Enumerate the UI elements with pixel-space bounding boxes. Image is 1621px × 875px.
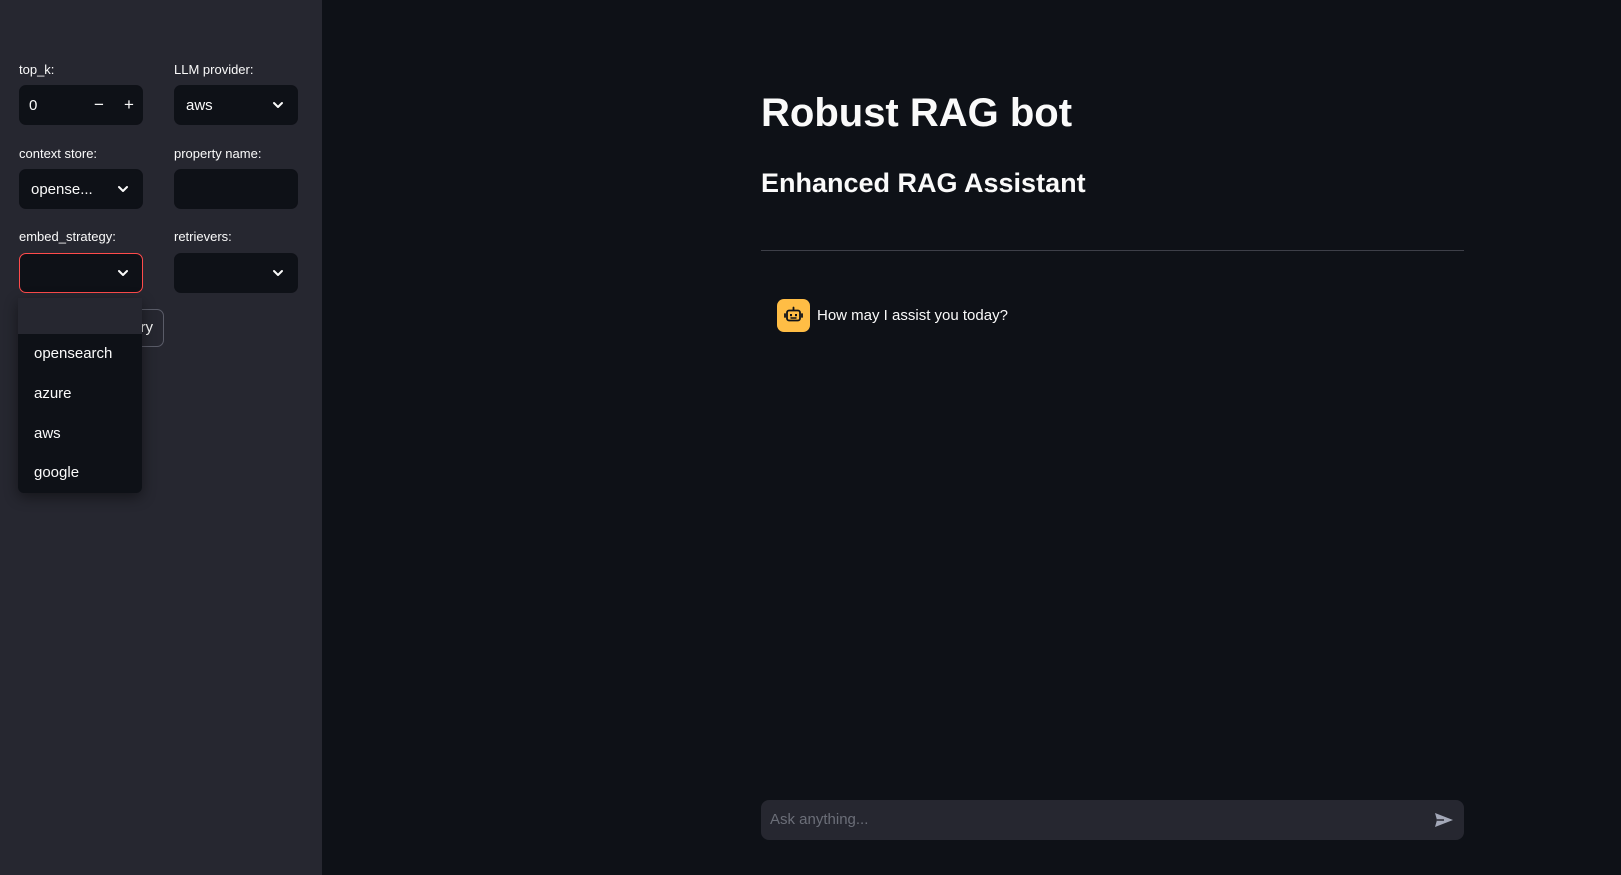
send-icon[interactable]: [1434, 810, 1454, 830]
llm-provider-value: aws: [186, 97, 213, 114]
chat-input-placeholder: Ask anything...: [770, 811, 869, 828]
chevron-down-icon: [118, 186, 128, 192]
property-name-label: property name:: [174, 146, 262, 161]
context-store-label: context store:: [19, 146, 98, 161]
llm-provider-label: LLM provider:: [174, 62, 254, 77]
divider: [761, 250, 1464, 251]
embed-strategy-label: embed_strategy:: [19, 229, 116, 244]
decrement-button[interactable]: −: [84, 86, 114, 124]
page-subtitle: Enhanced RAG Assistant: [761, 168, 1086, 198]
avatar: [777, 299, 810, 332]
robot-icon: [784, 306, 803, 322]
dropdown-header: [18, 298, 142, 334]
chevron-down-icon: [118, 270, 128, 276]
increment-button[interactable]: +: [114, 86, 144, 124]
top-k-label: top_k:: [19, 62, 55, 77]
llm-provider-select[interactable]: aws: [174, 85, 298, 125]
top-k-stepper[interactable]: 0 − +: [19, 85, 143, 125]
embed-strategy-select[interactable]: [19, 253, 143, 293]
app-root: top_k: 0 − + LLM provider: aws context s…: [0, 0, 1621, 875]
page-title: Robust RAG bot: [761, 91, 1073, 135]
dropdown-option-google[interactable]: google: [18, 453, 142, 493]
retrievers-select[interactable]: [174, 253, 298, 293]
dropdown-option-opensearch[interactable]: opensearch: [18, 334, 142, 374]
chevron-down-icon: [273, 270, 283, 276]
chat-input[interactable]: Ask anything...: [761, 800, 1464, 840]
chevron-down-icon: [273, 102, 283, 108]
dropdown-option-azure[interactable]: azure: [18, 374, 142, 414]
embed-strategy-dropdown-menu: opensearch azure aws google: [18, 298, 142, 493]
sidebar: top_k: 0 − + LLM provider: aws context s…: [0, 0, 322, 875]
top-k-value[interactable]: 0: [29, 97, 37, 114]
dropdown-option-aws[interactable]: aws: [18, 414, 142, 454]
chat-message-text: How may I assist you today?: [817, 307, 1008, 324]
property-name-input[interactable]: [174, 169, 298, 209]
context-store-select[interactable]: opense...: [19, 169, 143, 209]
obscured-button-label: ry: [140, 319, 154, 336]
context-store-value: opense...: [31, 181, 93, 198]
retrievers-label: retrievers:: [174, 229, 232, 244]
